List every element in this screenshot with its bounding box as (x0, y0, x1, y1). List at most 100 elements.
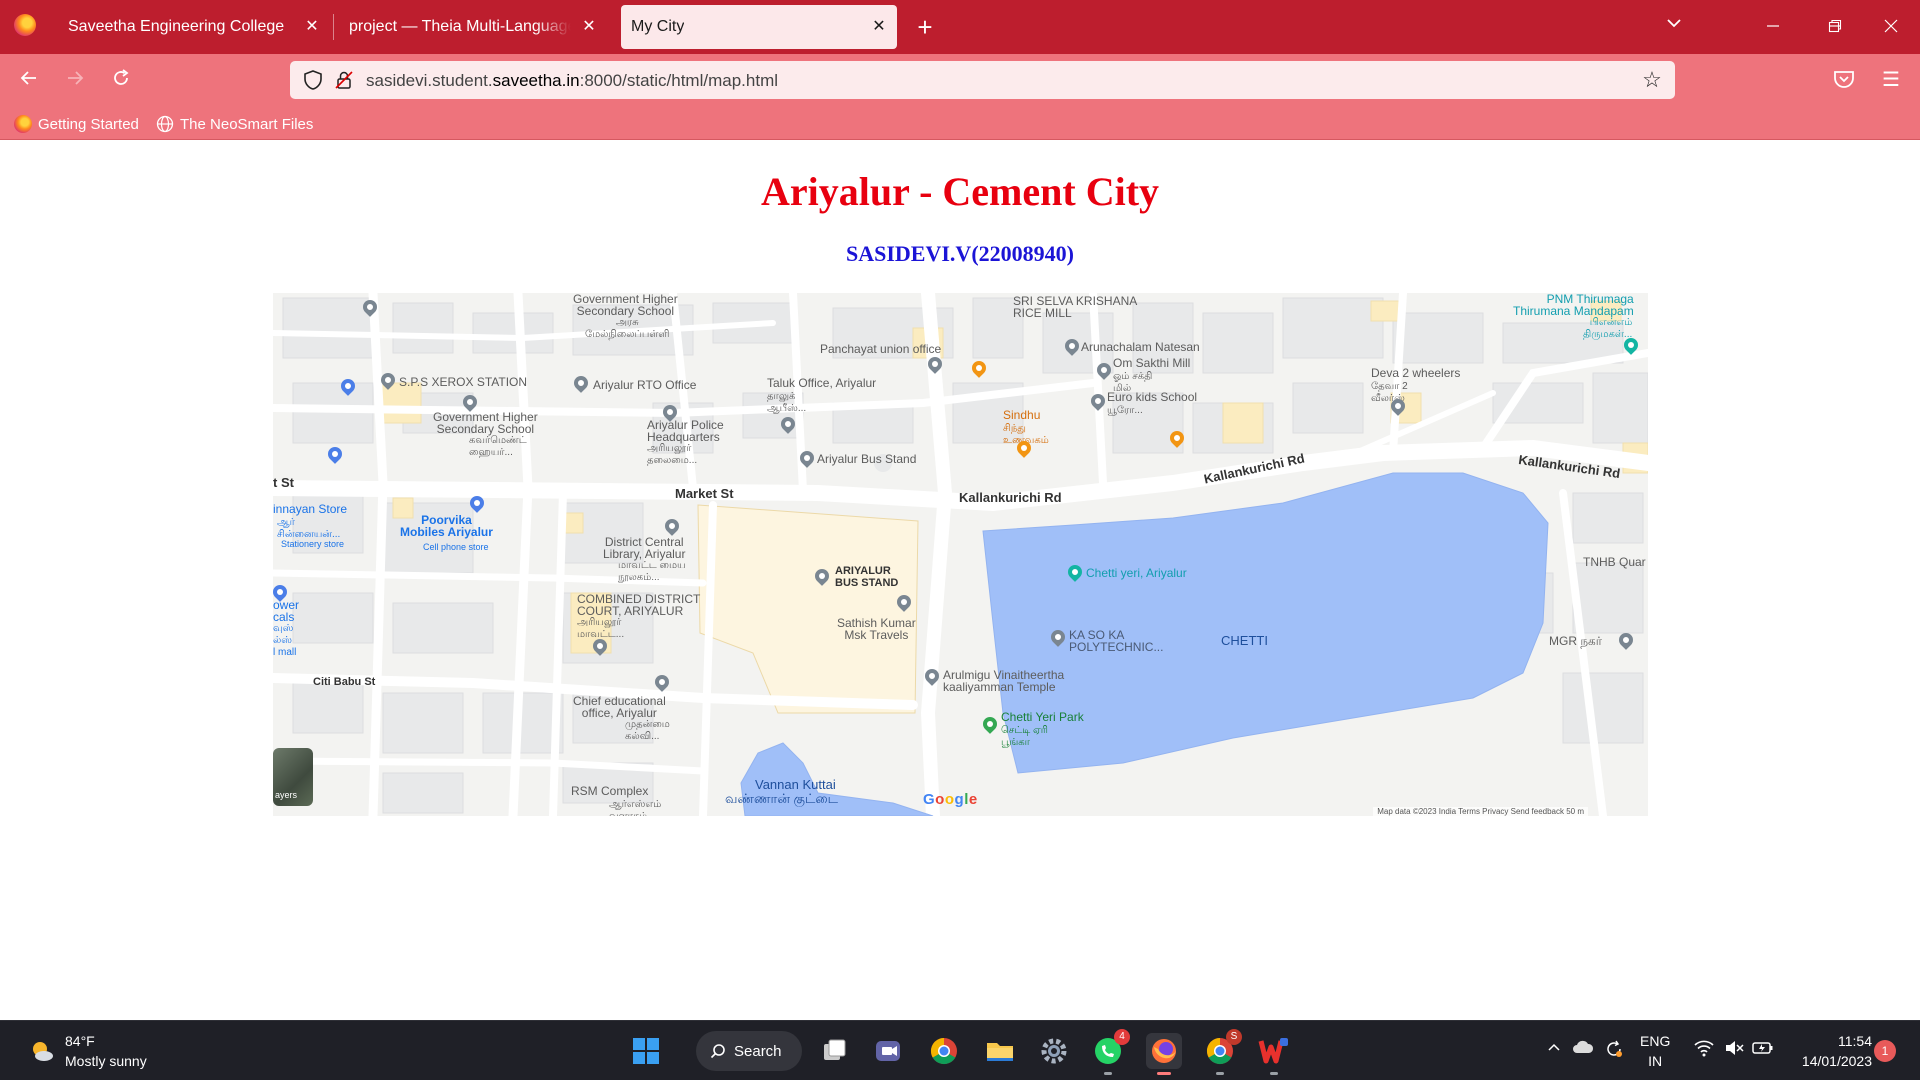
hamburger-menu-icon[interactable]: ☰ (1876, 66, 1906, 94)
chrome-profile-icon[interactable]: S (1202, 1029, 1242, 1075)
place-taluk-office-ta: தாலுக் ஆபீஸ்... (767, 391, 807, 414)
close-icon[interactable]: ✕ (579, 17, 599, 37)
place-deva-wheelers[interactable]: Deva 2 wheelers (1371, 367, 1460, 379)
place-sathish-travels[interactable]: Sathish Kumar Msk Travels (837, 617, 916, 641)
google-logo: Google (923, 791, 978, 808)
firefox-icon (14, 115, 32, 133)
whatsapp-unread-badge: 4 (1114, 1029, 1130, 1045)
map-attribution[interactable]: Map data ©2023 India Terms Privacy Send … (1373, 807, 1588, 816)
road-label-citi-babu-st: Citi Babu St (313, 676, 376, 688)
place-ka-so-ka-polytechnic[interactable]: KA SO KA POLYTECHNIC... (1069, 629, 1163, 653)
forward-arrow-icon[interactable] (60, 66, 90, 96)
place-thirumana-mandapam-ta: பிஎன்எம் திருமகள்... (1583, 317, 1633, 340)
place-euro-kids[interactable]: Euro kids School (1107, 391, 1197, 403)
bookmark-star-icon[interactable]: ☆ (1639, 67, 1665, 93)
place-tnhb-quarters[interactable]: TNHB Quar (1583, 556, 1646, 568)
place-rto-office[interactable]: Ariyalur RTO Office (593, 379, 696, 391)
place-rsm-complex[interactable]: RSM Complex (571, 785, 648, 797)
place-poorvika-mobiles[interactable]: Poorvika Mobiles Ariyalur (400, 514, 493, 538)
pocket-icon[interactable] (1832, 67, 1856, 91)
input-language-indicator[interactable]: ENG IN (1640, 1031, 1670, 1071)
running-indicator (1104, 1072, 1112, 1075)
tracking-shield-icon[interactable] (302, 69, 324, 91)
clock-date: 14/01/2023 (1801, 1053, 1872, 1069)
place-police-hq[interactable]: Ariyalur Police Headquarters (647, 419, 724, 443)
place-power-cals[interactable]: ower cals (273, 599, 299, 623)
place-chief-educational-office[interactable]: Chief educational office, Ariyalur (573, 695, 666, 719)
tab-saveetha[interactable]: Saveetha Engineering College ✕ (54, 5, 330, 49)
place-ariyalur-bus-stand[interactable]: ARIYALUR BUS STAND (835, 565, 898, 589)
clock[interactable]: 11:54 14/01/2023 (1792, 1031, 1872, 1071)
new-tab-plus-icon[interactable]: + (910, 10, 940, 44)
restore-icon[interactable] (1812, 12, 1858, 42)
windows-taskbar: 84°F Mostly sunny Search 4 S ENG IN 11:5… (0, 1020, 1920, 1080)
close-icon[interactable]: ✕ (302, 17, 322, 37)
list-all-tabs-chevron-icon[interactable] (1660, 14, 1688, 40)
url-bar[interactable]: sasidevi.student.saveetha.in:8000/static… (290, 61, 1675, 99)
bookmark-getting-started[interactable]: Getting Started (14, 114, 139, 134)
task-view-icon[interactable] (816, 1033, 852, 1069)
tab-theia-project[interactable]: project — Theia Multi-Language Ex ✕ (335, 5, 607, 49)
notification-count-badge[interactable]: 1 (1874, 1040, 1896, 1062)
wps-office-icon[interactable] (1256, 1033, 1292, 1075)
place-mgr-nagar[interactable]: MGR நகர் (1549, 635, 1602, 647)
place-chetti-yeri-park[interactable]: Chetti Yeri Park (1001, 711, 1084, 723)
place-district-library[interactable]: District Central Library, Ariyalur (603, 536, 685, 560)
firefox-taskbar-icon[interactable] (1146, 1033, 1182, 1075)
tab-label: Saveetha Engineering College (68, 18, 285, 35)
battery-charging-icon[interactable] (1752, 1039, 1774, 1060)
place-gov-school-top[interactable]: Government Higher Secondary School (573, 293, 678, 317)
speaker-muted-icon[interactable] (1724, 1039, 1744, 1060)
road-label-kallankurichi-rd: Kallankurichi Rd (959, 490, 1062, 505)
firefox-logo-icon[interactable] (14, 14, 36, 36)
page-content: Ariyalur - Cement City SASIDEVI.V(220089… (0, 141, 1920, 1020)
close-window-icon[interactable] (1868, 12, 1914, 42)
chrome-icon[interactable] (926, 1033, 962, 1069)
start-windows-icon[interactable] (628, 1033, 664, 1069)
place-district-court[interactable]: COMBINED DISTRICT COURT, ARIYALUR (577, 593, 700, 617)
place-sindhu[interactable]: Sindhu (1003, 409, 1040, 421)
place-gov-school-2[interactable]: Government Higher Secondary School (433, 411, 538, 435)
taskbar-search-button[interactable]: Search (696, 1031, 802, 1071)
sync-update-icon[interactable] (1604, 1039, 1624, 1062)
onedrive-cloud-icon[interactable] (1572, 1039, 1594, 1058)
place-annayan-store[interactable]: innayan Store (273, 503, 347, 515)
url-text[interactable]: sasidevi.student.saveetha.in:8000/static… (366, 71, 778, 91)
bookmarks-toolbar: Getting Started The NeoSmart Files (0, 106, 1920, 140)
tab-my-city[interactable]: My City ✕ (621, 5, 897, 49)
place-bus-stand-pin[interactable]: Ariyalur Bus Stand (817, 453, 916, 465)
show-hidden-icons-chevron-icon[interactable] (1546, 1039, 1562, 1058)
back-arrow-icon[interactable] (14, 66, 44, 96)
weather-description[interactable]: Mostly sunny (65, 1053, 147, 1069)
place-arulmigu-temple[interactable]: Arulmigu Vinaitheertha kaaliyamman Temple (943, 669, 1064, 693)
settings-gear-icon[interactable] (1036, 1033, 1072, 1069)
file-explorer-folder-icon[interactable] (982, 1033, 1018, 1069)
page-title: Ariyalur - Cement City (760, 169, 1160, 214)
url-host: saveetha.in (492, 71, 580, 90)
place-arunachalam[interactable]: Arunachalam Natesan (1081, 341, 1200, 353)
place-panchayat-office[interactable]: Panchayat union office (820, 343, 941, 355)
url-prefix: sasidevi.student. (366, 71, 493, 90)
place-thirumana-mandapam[interactable]: PNM Thirumaga Thirumana Mandapam (1513, 293, 1634, 317)
place-chetti-yeri-park-ta: செட்டி ஏரி பூங்கா (1001, 725, 1048, 748)
embedded-map[interactable]: Market St Kallankurichi Rd Kallankurichi… (273, 293, 1648, 816)
map-layers-button[interactable]: ayers (273, 748, 313, 806)
place-taluk-office[interactable]: Taluk Office, Ariyalur (767, 377, 876, 389)
place-sps-xerox[interactable]: S.P.S XEROX STATION (399, 376, 527, 388)
place-chetti-yeri[interactable]: Chetti yeri, Ariyalur (1086, 567, 1187, 579)
place-district-library-ta: மாவட்ட மைய நூலகம்... (618, 560, 686, 583)
place-selva-rice-mill[interactable]: SRI SELVA KRISHANA RICE MILL (1013, 295, 1137, 319)
insecure-lock-icon[interactable] (334, 70, 354, 90)
wifi-icon[interactable] (1694, 1039, 1714, 1060)
tab-strip: Saveetha Engineering College ✕ project —… (0, 0, 1920, 54)
place-om-sakthi[interactable]: Om Sakthi Mill (1113, 357, 1190, 369)
weather-temperature[interactable]: 84°F (65, 1033, 95, 1049)
teams-chat-icon[interactable] (870, 1033, 906, 1069)
minimize-icon[interactable] (1750, 12, 1796, 42)
whatsapp-icon[interactable]: 4 (1090, 1029, 1130, 1075)
place-district-court-ta: அரியலூர் மாவட்ட... (577, 617, 625, 640)
sun-cloud-weather-icon[interactable] (28, 1037, 56, 1065)
close-icon[interactable]: ✕ (869, 17, 889, 37)
reload-icon[interactable] (106, 66, 136, 96)
bookmark-neosmart-files[interactable]: The NeoSmart Files (156, 114, 313, 134)
